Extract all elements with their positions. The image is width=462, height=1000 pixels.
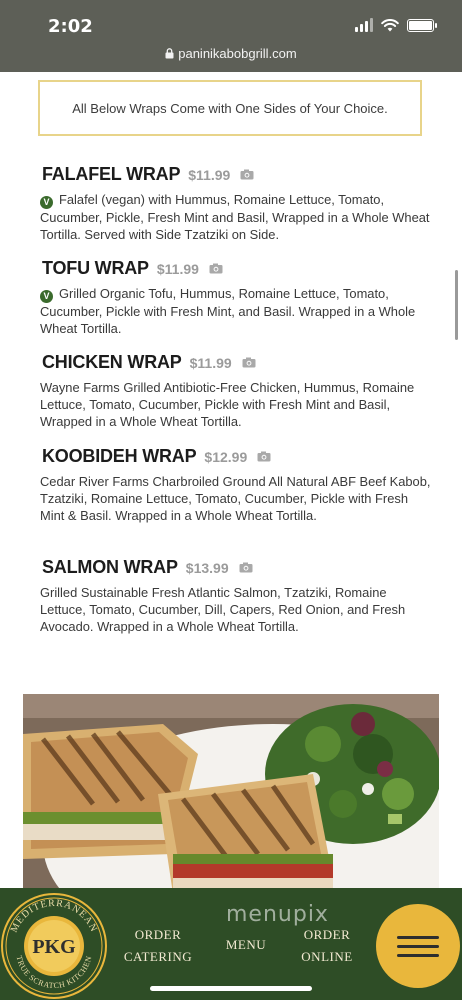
wifi-icon <box>381 18 399 31</box>
vegan-badge: V <box>40 196 53 209</box>
menu-item-koobideh-wrap: KOOBIDEH WRAP $12.99 Cedar River Farms C… <box>40 446 432 524</box>
food-photo <box>23 694 439 894</box>
logo-initials: PKG <box>32 936 76 958</box>
menu-item-salmon-wrap: SALMON WRAP $13.99 Grilled Sustainable F… <box>40 557 432 635</box>
status-icons <box>355 18 437 32</box>
scrollbar[interactable] <box>455 270 458 340</box>
item-price: $11.99 <box>189 354 232 371</box>
hamburger-menu-button[interactable] <box>376 904 460 988</box>
item-name: CHICKEN WRAP <box>42 352 182 372</box>
item-name: TOFU WRAP <box>42 258 149 278</box>
sides-notice: All Below Wraps Come with One Sides of Y… <box>38 80 422 136</box>
lock-icon <box>165 48 174 59</box>
item-name: SALMON WRAP <box>42 557 178 577</box>
item-description: Grilled Sustainable Fresh Atlantic Salmo… <box>40 585 406 634</box>
url-text: paninikabobgrill.com <box>178 46 297 61</box>
camera-icon[interactable] <box>242 357 256 368</box>
item-price: $12.99 <box>204 448 248 465</box>
item-description: Cedar River Farms Charbroiled Ground All… <box>40 474 431 523</box>
nav-menu[interactable]: MENU <box>222 934 270 956</box>
camera-icon[interactable] <box>239 562 253 573</box>
menu-item-falafel-wrap: FALAFEL WRAP $11.99 V Falafel (vegan) wit… <box>40 164 432 243</box>
camera-icon[interactable] <box>257 451 271 462</box>
menupix-watermark: menupix <box>226 902 329 927</box>
camera-icon[interactable] <box>209 263 223 274</box>
item-price: $11.99 <box>156 260 199 277</box>
item-description: V Falafel (vegan) with Hummus, Romaine Le… <box>40 192 430 242</box>
item-description: Wayne Farms Grilled Antibiotic-Free Chic… <box>40 380 415 429</box>
nav-order-catering[interactable]: ORDER CATERING <box>122 924 194 968</box>
pkg-logo[interactable]: MEDITERRANEAN TRUE SCRATCH KITCHEN PKG <box>0 892 108 1000</box>
status-time: 2:02 <box>48 16 93 37</box>
item-name: FALAFEL WRAP <box>42 164 181 184</box>
menu-item-chicken-wrap: CHICKEN WRAP $11.99 Wayne Farms Grilled … <box>40 352 432 430</box>
item-price: $13.99 <box>185 559 229 576</box>
cellular-signal-icon <box>355 18 373 32</box>
camera-icon[interactable] <box>240 169 254 180</box>
browser-chrome: 2:02 paninikabobgrill.com <box>0 0 462 72</box>
home-indicator[interactable] <box>150 986 312 991</box>
battery-icon <box>407 18 437 32</box>
menu-item-tofu-wrap: TOFU WRAP $11.99 V Grilled Organic Tofu, … <box>40 258 432 337</box>
item-description: V Grilled Organic Tofu, Hummus, Romaine L… <box>40 286 416 336</box>
address-bar[interactable]: paninikabobgrill.com <box>0 46 462 61</box>
nav-order-online[interactable]: ORDER ONLINE <box>296 924 358 968</box>
hamburger-icon <box>397 935 439 939</box>
vegan-badge: V <box>40 290 53 303</box>
item-price: $11.99 <box>188 166 231 183</box>
item-name: KOOBIDEH WRAP <box>42 446 197 466</box>
